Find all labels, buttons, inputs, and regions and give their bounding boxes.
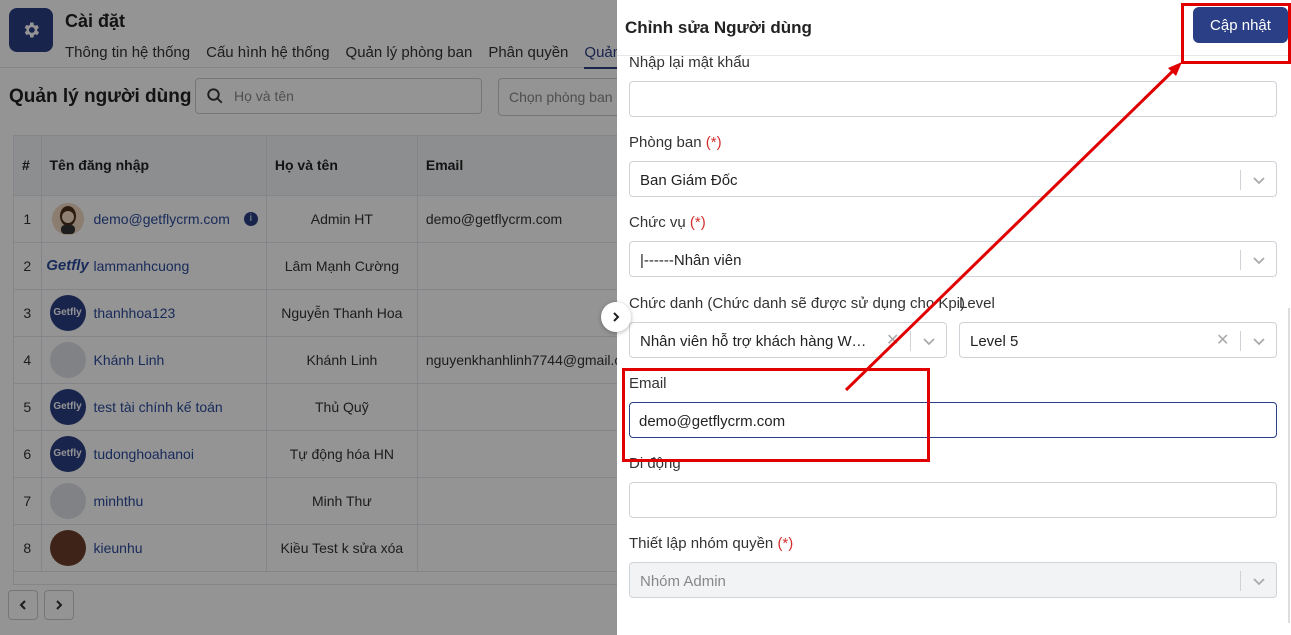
- clear-icon[interactable]: ✕: [886, 332, 900, 350]
- select-separator: [1240, 571, 1241, 591]
- drawer-scrollbar[interactable]: [1288, 308, 1290, 623]
- drawer-title: Chỉnh sửa Người dùng: [625, 18, 812, 37]
- repassword-label: Nhập lại mật khẩu: [629, 54, 750, 71]
- job-title-label: Chức danh (Chức danh sẽ được sử dụng cho…: [629, 295, 966, 312]
- permission-group-value: Nhóm Admin: [640, 573, 726, 590]
- required-mark: (*): [777, 535, 794, 552]
- repassword-field[interactable]: [629, 81, 1277, 117]
- mobile-field[interactable]: [629, 482, 1277, 518]
- required-mark: (*): [689, 214, 706, 231]
- drawer-toggle-button[interactable]: [601, 302, 631, 332]
- chevron-down-icon[interactable]: [1250, 332, 1268, 350]
- level-select[interactable]: Level 5 ✕: [959, 322, 1277, 358]
- permission-group-select: Nhóm Admin: [629, 562, 1277, 598]
- position-select[interactable]: |------Nhân viên: [629, 241, 1277, 277]
- department-select[interactable]: Ban Giám Đốc: [629, 161, 1277, 197]
- annotation-box-email: [622, 368, 930, 462]
- chevron-down-icon[interactable]: [920, 332, 938, 350]
- chevron-down-icon[interactable]: [1250, 251, 1268, 269]
- chevron-right-icon: [613, 312, 620, 322]
- level-value: Level 5: [970, 333, 1019, 350]
- position-label-text: Chức vụ: [629, 214, 686, 231]
- job-title-value: Nhân viên hỗ trợ khách hàng Web...: [640, 333, 870, 350]
- edit-user-drawer: Chỉnh sửa Người dùng Cập nhật Nhập lại m…: [617, 0, 1291, 635]
- job-title-select[interactable]: Nhân viên hỗ trợ khách hàng Web... ✕: [629, 322, 947, 358]
- clear-icon[interactable]: ✕: [1216, 332, 1230, 350]
- position-value: |------Nhân viên: [640, 252, 742, 269]
- chevron-down-icon[interactable]: [1250, 171, 1268, 189]
- department-value: Ban Giám Đốc: [640, 172, 738, 189]
- department-label: Phòng ban (*): [629, 134, 722, 151]
- position-label: Chức vụ (*): [629, 214, 706, 231]
- select-separator: [910, 331, 911, 351]
- select-separator: [1240, 170, 1241, 190]
- annotation-box-update: [1181, 3, 1291, 64]
- permission-group-label: Thiết lập nhóm quyền (*): [629, 535, 793, 552]
- permission-group-label-text: Thiết lập nhóm quyền: [629, 535, 774, 552]
- level-label: Level: [959, 295, 995, 312]
- select-separator: [1240, 250, 1241, 270]
- department-label-text: Phòng ban: [629, 134, 702, 151]
- modal-overlay[interactable]: [0, 0, 617, 635]
- select-separator: [1240, 331, 1241, 351]
- chevron-down-icon: [1253, 578, 1265, 586]
- required-mark: (*): [705, 134, 722, 151]
